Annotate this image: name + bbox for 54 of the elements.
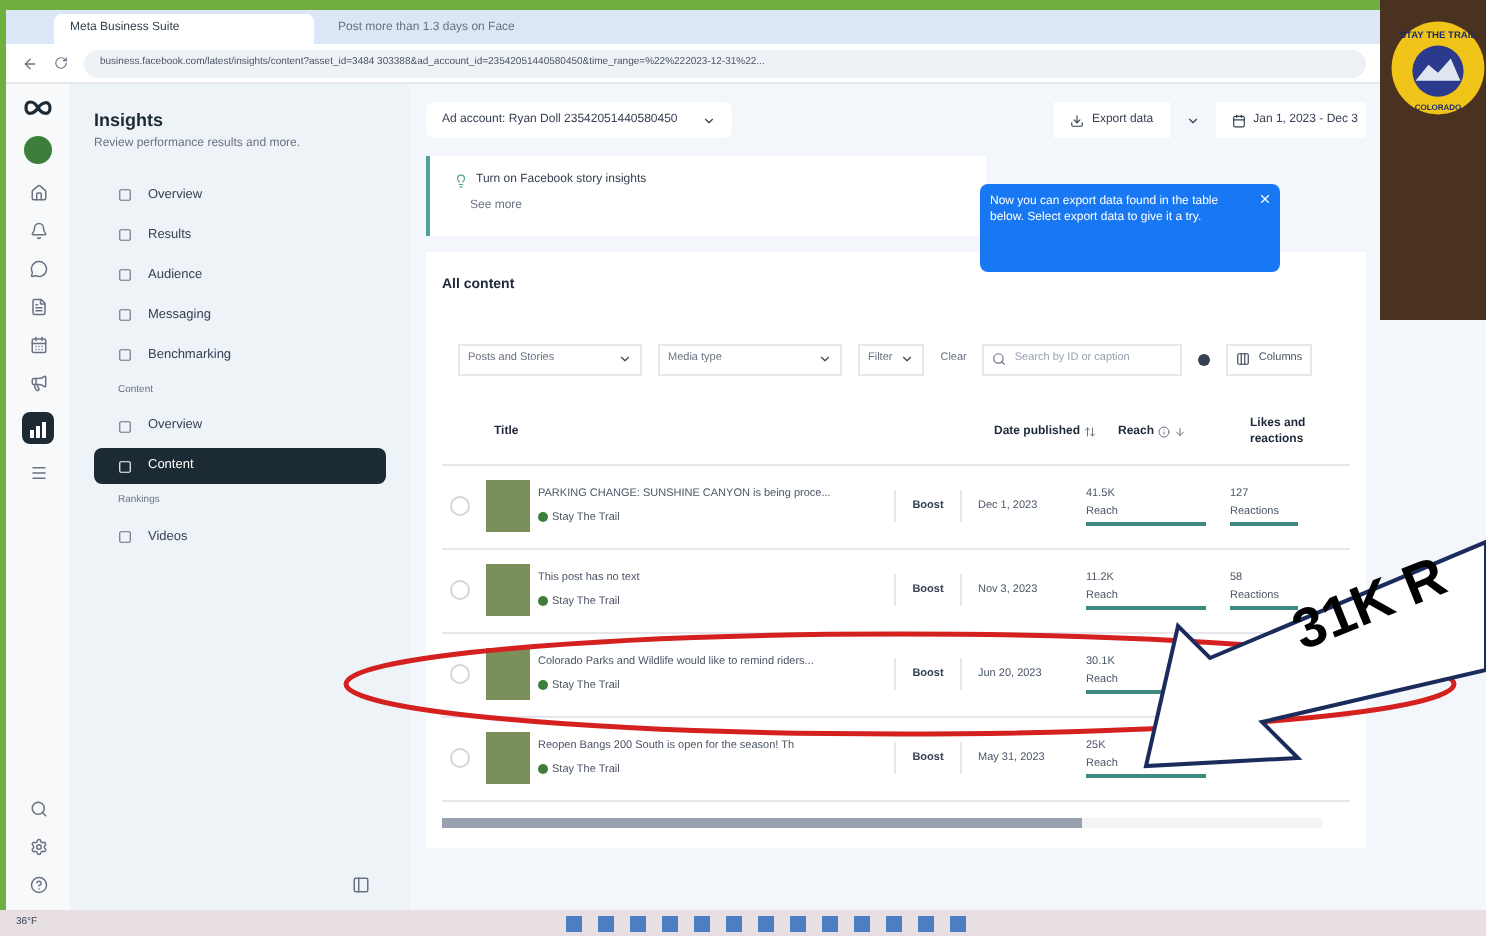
lightbulb-icon	[454, 174, 468, 188]
info-icon	[1158, 426, 1171, 438]
page-avatar	[538, 596, 548, 607]
nav-icon	[118, 419, 132, 433]
export-icon	[1069, 113, 1084, 127]
sort-icon[interactable]	[1174, 426, 1187, 438]
nav-icon	[118, 268, 132, 282]
back-icon[interactable]	[22, 55, 38, 71]
nav-icon	[118, 348, 132, 362]
caret-icon	[701, 113, 716, 127]
collapse-icon[interactable]	[352, 876, 370, 894]
callout-text: 31K R	[1285, 548, 1454, 660]
photo-placeholder	[486, 648, 530, 700]
insights-icon[interactable]	[22, 412, 54, 444]
row-checkbox[interactable]	[450, 580, 470, 600]
nav-icon	[118, 530, 132, 544]
page-avatar	[538, 764, 548, 775]
document-icon[interactable]	[29, 298, 47, 316]
columns-icon	[1236, 352, 1251, 366]
row-checkbox[interactable]	[450, 664, 470, 684]
photo-placeholder	[486, 732, 530, 784]
reload-icon[interactable]	[54, 56, 68, 70]
page-avatar	[538, 512, 548, 523]
info-icon	[1198, 353, 1211, 365]
nav-icon	[118, 308, 132, 322]
nav-icon	[118, 188, 132, 202]
bell-icon[interactable]	[29, 222, 47, 240]
page-title: Insights	[94, 108, 166, 134]
settings-icon[interactable]	[29, 838, 47, 856]
megaphone-icon[interactable]	[29, 374, 47, 392]
row-checkbox[interactable]	[450, 748, 470, 768]
page-avatar	[538, 680, 548, 691]
caret-icon	[818, 352, 832, 366]
row-checkbox[interactable]	[450, 496, 470, 516]
sort-icon[interactable]	[1084, 426, 1097, 438]
profile-avatar[interactable]	[24, 136, 52, 164]
photo-placeholder	[486, 480, 530, 532]
menu-icon[interactable]	[29, 464, 47, 482]
caret-icon	[900, 352, 915, 366]
nav-icon	[118, 228, 132, 242]
help-icon[interactable]	[29, 876, 47, 894]
caret-icon[interactable]	[1185, 113, 1200, 127]
horizontal-scrollbar[interactable]	[442, 817, 1322, 827]
chat-icon[interactable]	[29, 260, 47, 278]
calendar-icon[interactable]	[29, 336, 47, 354]
search-icon	[992, 352, 1007, 366]
nav-icon	[118, 459, 132, 473]
calendar-icon	[1231, 113, 1246, 127]
home-icon[interactable]	[29, 184, 47, 202]
caret-icon	[618, 352, 632, 366]
meta-logo-icon	[24, 100, 52, 116]
photo-placeholder	[486, 564, 530, 616]
close-icon[interactable]	[1258, 192, 1272, 206]
search-icon[interactable]	[29, 800, 47, 818]
